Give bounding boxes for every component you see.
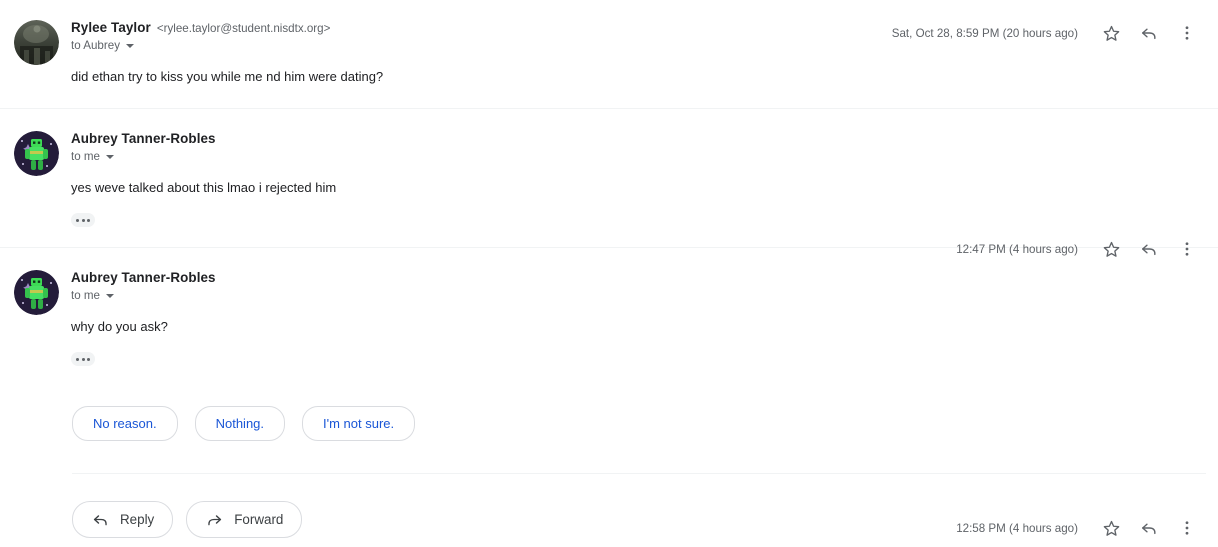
sender-name: Aubrey Tanner-Robles [71,270,216,285]
email-message: Aubrey Tanner-Robles to me yes weve talk… [0,109,1218,257]
chevron-down-icon[interactable] [106,154,114,159]
message-timestamp: Sat, Oct 28, 8:59 PM (20 hours ago) [891,26,1078,40]
email-thread: Rylee Taylor <rylee.taylor@student.nisdt… [0,0,1218,538]
message-actions: Sat, Oct 28, 8:59 PM (20 hours ago) [892,14,1206,52]
reply-arrow-icon [91,510,110,529]
reply-button-label: Reply [120,512,155,527]
smart-reply-chip[interactable]: No reason. [72,406,178,441]
avatar[interactable] [14,270,59,315]
show-trimmed-content-icon[interactable] [71,352,95,366]
avatar[interactable] [14,20,59,65]
star-icon[interactable] [1092,509,1130,547]
sender-name: Aubrey Tanner-Robles [71,131,216,146]
message-timestamp: 12:58 PM (4 hours ago) [956,521,1078,535]
email-message: Rylee Taylor <rylee.taylor@student.nisdt… [0,0,1218,109]
forward-button[interactable]: Forward [186,501,303,538]
message-text: did ethan try to kiss you while me nd hi… [71,69,384,84]
reply-icon[interactable] [1130,14,1168,52]
message-header: Aubrey Tanner-Robles [71,270,1206,285]
forward-arrow-icon [205,510,224,529]
smart-reply-label: No reason. [93,416,157,431]
message-text: yes weve talked about this lmao i reject… [71,180,337,195]
more-vertical-icon[interactable] [1168,509,1206,547]
avatar[interactable] [14,131,59,176]
email-message: Aubrey Tanner-Robles to me why do you as… [0,248,1218,536]
forward-button-label: Forward [234,512,284,527]
smart-reply-row: No reason. Nothing. I'm not sure. [0,406,1218,441]
recipient-label: to me [71,289,100,302]
message-body: Aubrey Tanner-Robles to me why do you as… [59,270,1206,366]
reply-button[interactable]: Reply [72,501,174,538]
message-header: Aubrey Tanner-Robles [71,131,1206,146]
star-icon[interactable] [1092,14,1130,52]
chevron-down-icon[interactable] [125,43,134,48]
smart-reply-label: I'm not sure. [323,416,395,431]
message-actions: 12:58 PM (4 hours ago) [956,509,1206,547]
recipient-label: to Aubrey [71,39,120,52]
recipient-row[interactable]: to me [71,150,1206,163]
reply-icon[interactable] [1130,509,1168,547]
show-trimmed-content-icon[interactable] [71,213,95,227]
message-body: Aubrey Tanner-Robles to me yes weve talk… [59,131,1206,227]
recipient-label: to me [71,150,100,163]
message-text: why do you ask? [71,319,168,334]
sender-name: Rylee Taylor [71,20,151,35]
sender-email: <rylee.taylor@student.nisdtx.org> [156,22,331,35]
more-vertical-icon[interactable] [1168,14,1206,52]
smart-reply-label: Nothing. [215,416,265,431]
smart-reply-chip[interactable]: Nothing. [194,406,286,441]
chevron-down-icon[interactable] [106,293,114,298]
recipient-row[interactable]: to me [71,289,1206,302]
actions-divider [72,473,1206,474]
smart-reply-chip[interactable]: I'm not sure. [302,406,416,441]
